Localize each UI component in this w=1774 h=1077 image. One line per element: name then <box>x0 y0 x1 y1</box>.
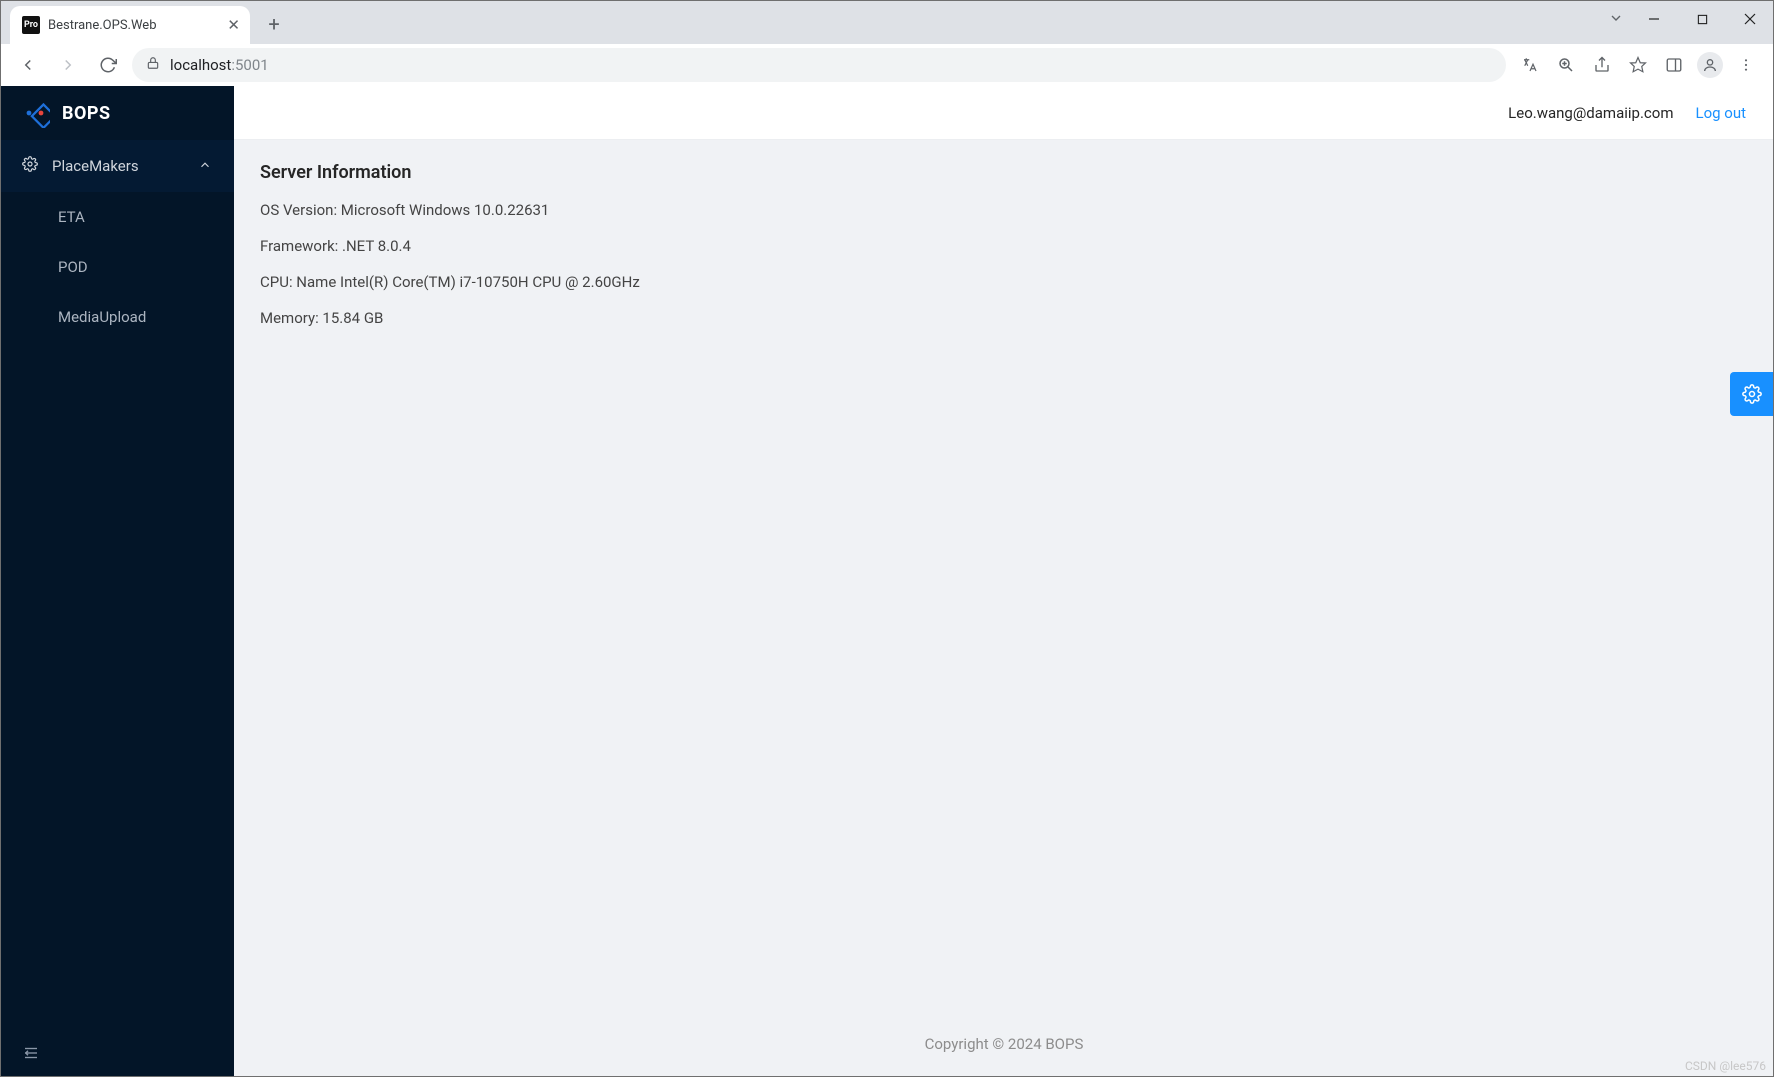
share-icon[interactable] <box>1586 49 1618 81</box>
tab-bar: Pro Bestrane.OPS.Web ✕ + <box>0 0 1774 44</box>
window-controls <box>1630 0 1774 38</box>
floating-settings-button[interactable] <box>1730 372 1774 416</box>
chevron-up-icon <box>198 157 212 176</box>
tab-title: Bestrane.OPS.Web <box>48 18 157 33</box>
minimize-button[interactable] <box>1630 0 1678 38</box>
info-framework: Framework: .NET 8.0.4 <box>260 237 1748 255</box>
sidebar-item-eta[interactable]: ETA <box>0 192 234 242</box>
sidebar-group-placemakers[interactable]: PlaceMakers <box>0 140 234 192</box>
footer: Copyright © 2024 BOPS <box>234 1017 1774 1077</box>
sidebar-item-pod[interactable]: POD <box>0 242 234 292</box>
url-port: :5001 <box>231 56 268 74</box>
bookmark-icon[interactable] <box>1622 49 1654 81</box>
favicon: Pro <box>22 16 40 34</box>
back-button[interactable] <box>12 49 44 81</box>
page-title: Server Information <box>260 162 1748 183</box>
watermark: CSDN @lee576 <box>1685 1059 1766 1073</box>
new-tab-button[interactable]: + <box>256 6 292 42</box>
logo-text: BOPS <box>62 103 111 124</box>
app-root: BOPS PlaceMakers ETA POD MediaUpload Leo… <box>0 86 1774 1077</box>
browser-toolbar: localhost:5001 <box>0 44 1774 86</box>
profile-button[interactable] <box>1694 49 1726 81</box>
logout-link[interactable]: Log out <box>1695 104 1746 122</box>
maximize-button[interactable] <box>1678 0 1726 38</box>
sidebar-logo[interactable]: BOPS <box>0 86 234 140</box>
info-os: OS Version: Microsoft Windows 10.0.22631 <box>260 201 1748 219</box>
info-memory: Memory: 15.84 GB <box>260 309 1748 327</box>
sidebar-item-label: ETA <box>58 208 85 226</box>
browser-chrome: Pro Bestrane.OPS.Web ✕ + <box>0 0 1774 86</box>
forward-button[interactable] <box>52 49 84 81</box>
user-email: Leo.wang@damaiip.com <box>1508 104 1673 122</box>
url-host: localhost <box>170 56 231 74</box>
sidebar-item-label: POD <box>58 258 88 276</box>
sidebar-group-label: PlaceMakers <box>52 157 184 175</box>
copyright: Copyright © 2024 BOPS <box>925 1035 1084 1053</box>
info-cpu: CPU: Name Intel(R) Core(TM) i7-10750H CP… <box>260 273 1748 291</box>
tabs-dropdown-icon[interactable] <box>1608 10 1624 30</box>
sidebar-item-label: MediaUpload <box>58 308 146 326</box>
close-tab-icon[interactable]: ✕ <box>227 16 240 34</box>
sidebar-collapse-button[interactable] <box>0 1029 234 1077</box>
sidebar: BOPS PlaceMakers ETA POD MediaUpload <box>0 86 234 1077</box>
lock-icon <box>146 56 160 74</box>
reload-button[interactable] <box>92 49 124 81</box>
logo-icon <box>20 98 50 128</box>
sidebar-item-mediaupload[interactable]: MediaUpload <box>0 292 234 342</box>
avatar-icon <box>1697 52 1723 78</box>
content: Server Information OS Version: Microsoft… <box>234 140 1774 1017</box>
close-window-button[interactable] <box>1726 0 1774 38</box>
browser-tab[interactable]: Pro Bestrane.OPS.Web ✕ <box>10 6 250 44</box>
main-area: Leo.wang@damaiip.com Log out Server Info… <box>234 86 1774 1077</box>
sidepanel-icon[interactable] <box>1658 49 1690 81</box>
zoom-icon[interactable] <box>1550 49 1582 81</box>
kebab-menu-icon[interactable] <box>1730 49 1762 81</box>
toolbar-right-icons <box>1514 49 1762 81</box>
topbar: Leo.wang@damaiip.com Log out <box>234 86 1774 140</box>
gear-icon <box>22 156 38 176</box>
collapse-icon <box>22 1044 40 1062</box>
gear-icon <box>1742 384 1762 404</box>
translate-icon[interactable] <box>1514 49 1546 81</box>
address-bar[interactable]: localhost:5001 <box>132 48 1506 82</box>
